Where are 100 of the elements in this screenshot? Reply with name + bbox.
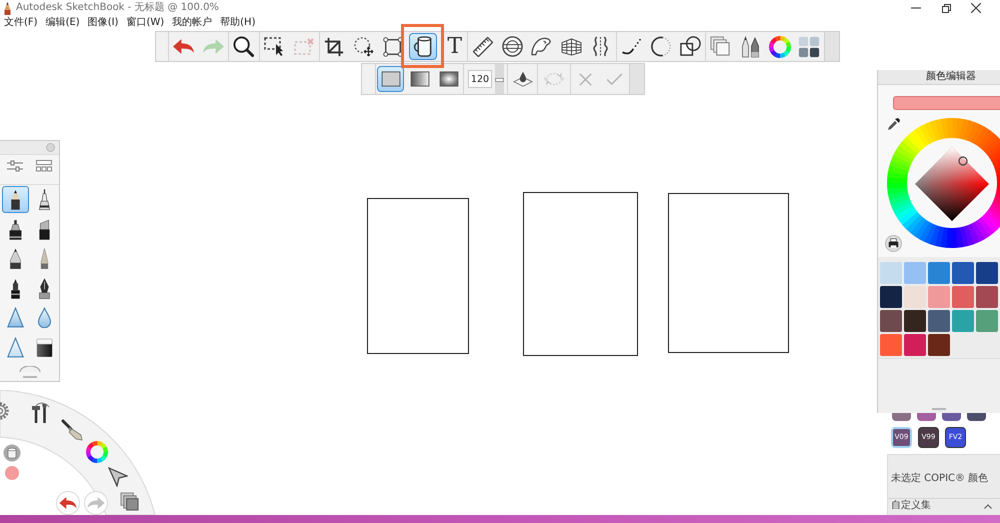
menu-item[interactable]: 我的帐户 xyxy=(172,17,212,29)
color-swatch-icon[interactable] xyxy=(917,413,936,421)
undo-icon xyxy=(173,39,194,54)
sliders-icon[interactable] xyxy=(6,160,23,172)
cylinder-icon[interactable] xyxy=(3,444,21,462)
close-icon xyxy=(578,72,593,86)
color-swatch-icon[interactable] xyxy=(976,310,998,332)
shapes-icon xyxy=(680,36,701,57)
bucket-icon xyxy=(412,36,433,57)
panel-title: 颜色编辑器 xyxy=(878,70,1000,85)
magnifier-icon xyxy=(233,36,254,57)
grid-layout-icon[interactable] xyxy=(36,160,52,172)
color-wheel-icon[interactable] xyxy=(86,441,108,463)
redo-icon xyxy=(202,39,224,54)
dot-icon[interactable] xyxy=(46,143,55,152)
color-swatch-icon[interactable] xyxy=(952,310,974,332)
menu-item[interactable]: 编辑(E) xyxy=(46,17,80,29)
dome-icon xyxy=(18,366,40,372)
undo-icon xyxy=(59,497,77,509)
color-swatch-icon[interactable] xyxy=(928,286,950,308)
window-title: Autodesk SketchBook - 无标题 @ 100.0% xyxy=(16,2,219,14)
drop-on-layer-icon xyxy=(512,70,532,88)
history-button[interactable] xyxy=(56,491,80,515)
technical-pen-icon xyxy=(36,189,53,210)
radial-gradient-icon xyxy=(438,71,458,87)
ellipse-guide-icon xyxy=(502,36,523,57)
droplet-icon xyxy=(36,307,53,328)
color-swatch-icon[interactable] xyxy=(904,334,926,356)
color-swatch-icon[interactable] xyxy=(928,334,950,356)
nib-icon xyxy=(36,278,53,298)
linear-gradient-icon xyxy=(410,71,430,87)
color-swatch-icon[interactable] xyxy=(880,310,902,332)
color-swatch-icon[interactable] xyxy=(967,413,986,421)
eyedropper-icon[interactable] xyxy=(887,117,901,131)
chevron-up-icon[interactable] xyxy=(984,504,992,508)
color-swatch-icon[interactable] xyxy=(880,286,902,308)
minimize-icon[interactable] xyxy=(911,7,921,9)
color-swatch-icon[interactable] xyxy=(928,262,950,284)
color-swatch-icon[interactable] xyxy=(952,262,974,284)
slider-thumb[interactable] xyxy=(495,78,504,82)
slider-track[interactable] xyxy=(495,64,504,94)
menu-item[interactable]: 窗口(W) xyxy=(126,17,164,29)
toolbar-handle[interactable] xyxy=(629,64,644,94)
color-swatch-icon[interactable] xyxy=(880,334,902,356)
check-icon xyxy=(606,72,623,86)
circle-icon xyxy=(650,36,671,57)
gear-icon[interactable] xyxy=(0,401,9,421)
section-label[interactable]: 自定义集 xyxy=(891,500,931,512)
selection-icon xyxy=(264,37,284,56)
pen-icon xyxy=(7,248,24,269)
toolbar-handle[interactable] xyxy=(824,32,839,61)
resize-handle[interactable] xyxy=(22,376,36,378)
color-swatch-icon[interactable] xyxy=(952,286,974,308)
solid-fill-icon xyxy=(380,71,400,87)
tool-button[interactable]: T xyxy=(438,33,466,60)
resize-handle[interactable] xyxy=(932,408,946,410)
color-swatch-icon[interactable] xyxy=(892,413,911,421)
move-icon xyxy=(354,36,374,56)
crop-icon xyxy=(324,36,344,56)
symmetry-icon xyxy=(591,36,610,57)
eraser-icon xyxy=(36,336,53,358)
marker-icon xyxy=(7,218,24,240)
layers-icon xyxy=(710,36,732,57)
color-swatch-icon[interactable] xyxy=(928,310,950,332)
color-puck-icon[interactable] xyxy=(5,466,19,480)
fill-mode-button[interactable] xyxy=(377,66,404,92)
swap-icon xyxy=(543,70,565,88)
color-diamond[interactable] xyxy=(915,147,989,221)
perspective-grid-icon xyxy=(560,38,582,56)
restore-icon[interactable] xyxy=(942,4,950,12)
french-curve-icon xyxy=(531,37,552,56)
triangle-icon xyxy=(7,307,24,328)
pointer-icon[interactable] xyxy=(108,467,128,487)
distort-icon xyxy=(383,36,404,56)
paintbrush-icon[interactable] xyxy=(61,419,83,441)
menu-item[interactable]: 文件(F) xyxy=(4,17,38,29)
triangle-icon xyxy=(7,336,24,358)
tool-button[interactable] xyxy=(408,33,437,60)
color-swatch-icon[interactable] xyxy=(904,310,926,332)
hammer-wrench-icon[interactable] xyxy=(30,402,50,424)
printer-icon[interactable] xyxy=(885,235,902,252)
pencils-icon xyxy=(740,36,760,58)
app-icon xyxy=(4,2,11,14)
picker-ring-icon[interactable] xyxy=(958,156,968,166)
status-text: 未选定 COPIC® 颜色 xyxy=(890,472,990,485)
brush-button[interactable] xyxy=(2,186,29,213)
color-swatch-icon[interactable] xyxy=(942,413,961,421)
menu-item[interactable]: 图像(I) xyxy=(88,17,118,29)
color-swatch-icon[interactable] xyxy=(976,286,998,308)
deselect-icon xyxy=(294,38,314,56)
redo-icon xyxy=(87,497,105,509)
color-swatch-icon[interactable] xyxy=(976,262,998,284)
color-swatch-icon[interactable] xyxy=(880,262,902,284)
curve-stroke-icon xyxy=(620,38,642,55)
color-wheel-icon xyxy=(768,36,791,58)
close-icon[interactable] xyxy=(971,3,981,13)
layers-icon[interactable] xyxy=(120,492,139,511)
number-field[interactable]: 120 xyxy=(468,70,492,88)
color-swatch-icon[interactable] xyxy=(904,262,926,284)
menu-item[interactable]: 帮助(H) xyxy=(220,17,256,29)
